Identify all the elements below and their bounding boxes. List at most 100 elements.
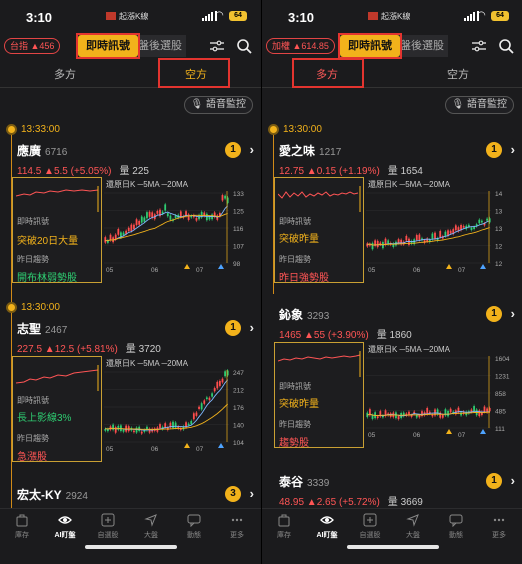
x-tick-label: 07 <box>458 432 466 439</box>
status-bar: 3:10 起漲K線 ◠ 64 <box>262 0 522 30</box>
highlight-box <box>338 33 402 59</box>
stock-name[interactable]: 應廣 6716 <box>17 142 67 159</box>
tab-market[interactable]: 大盤 <box>391 513 435 540</box>
x-tick-label: 07 <box>458 267 466 274</box>
index-badge[interactable]: 台指 ▲456 <box>4 38 61 54</box>
voice-monitor-button[interactable]: 🎙 語音監控 <box>183 96 253 114</box>
signal-count-badge: 3 <box>225 486 241 502</box>
signal-count-badge: 1 <box>486 306 502 322</box>
candle-body <box>444 231 447 237</box>
filter-icon[interactable] <box>210 39 224 53</box>
tab-news[interactable]: 動態 <box>172 513 216 540</box>
stock-price: 48.95 ▲2.65 (+5.72%) 量 3669 <box>279 497 423 508</box>
tab-watchlist[interactable]: 自選股 <box>86 513 130 540</box>
candle-body <box>127 227 130 232</box>
stock-name[interactable]: 鈊象 3293 <box>279 306 329 323</box>
chevron-right-icon[interactable]: › <box>250 486 254 501</box>
ma-line <box>105 205 229 242</box>
tab-after-hours[interactable]: 盤後選股 <box>396 35 448 57</box>
stock-name[interactable]: 愛之味 1217 <box>279 142 341 159</box>
candle-body <box>203 400 206 404</box>
candle-body <box>138 220 141 225</box>
candle-body <box>376 416 379 419</box>
y-tick-label: 125 <box>233 209 244 216</box>
tab-ai-watch[interactable]: AI盯盤 <box>305 513 349 540</box>
tab-short[interactable]: 空方 <box>393 62 522 88</box>
x-tick-label: 05 <box>106 267 114 274</box>
candle-body <box>133 224 135 230</box>
stock-card[interactable]: 即時訊號 突破20日大量 昨日趨勢 開布林弱勢股 還原日K ─5MA ─20MA… <box>12 177 255 284</box>
y-tick-label: 14 <box>495 191 503 198</box>
stock-card[interactable]: 即時訊號 長上影線3% 昨日趨勢 急漲股 還原日K ─5MA ─20MA 247… <box>12 356 255 463</box>
candle-body <box>460 412 462 416</box>
candle-body <box>140 216 143 223</box>
index-badge[interactable]: 加權 ▲614.85 <box>266 38 335 54</box>
candle-body <box>426 408 429 415</box>
candle-body <box>376 240 379 248</box>
search-icon[interactable] <box>498 38 514 54</box>
candle-body <box>366 243 369 247</box>
y-tick-label: 98 <box>233 261 241 268</box>
candle-body <box>135 219 138 226</box>
navigation-icon <box>144 514 157 527</box>
tab-news[interactable]: 動態 <box>434 513 478 540</box>
candle-body <box>441 414 444 418</box>
highlight-box <box>76 33 140 59</box>
chevron-right-icon[interactable]: › <box>511 306 515 321</box>
candle-body <box>454 225 457 231</box>
signal-text: 長上影線3% <box>17 413 72 424</box>
x-tick-label: 07 <box>196 446 204 453</box>
candle-body <box>133 430 135 433</box>
signal-count-badge: 1 <box>225 142 241 158</box>
tab-long[interactable]: 多方 <box>0 62 130 88</box>
intraday-mini-chart: 即時訊號 突破昨量 昨日趨勢 趨勢股 <box>274 342 364 449</box>
stock-card[interactable]: 即時訊號 突破昨量 昨日趨勢 趨勢股 還原日K ─5MA ─20MA 1604 1… <box>274 342 517 449</box>
candle-body <box>200 403 203 410</box>
candle-body <box>187 423 190 426</box>
signal-count-badge: 1 <box>486 142 502 158</box>
signal-marker <box>184 443 190 448</box>
daily-k-chart: 還原日K ─5MA ─20MA 133 125 116 107 98 05 06 07 <box>104 180 244 274</box>
candle-body <box>213 388 216 392</box>
candle-body <box>221 378 224 383</box>
eye-icon <box>58 516 72 524</box>
tab-market[interactable]: 大盤 <box>129 513 173 540</box>
tab-inventory[interactable]: 庫存 <box>0 513 44 540</box>
candle-body <box>470 227 473 231</box>
tab-more[interactable]: 更多 <box>215 513 259 540</box>
candle-body <box>122 232 125 235</box>
tab-ai-watch[interactable]: AI盯盤 <box>43 513 87 540</box>
tab-after-hours[interactable]: 盤後選股 <box>134 35 186 57</box>
stock-name[interactable]: 泰谷 3339 <box>279 473 329 490</box>
candle-body <box>164 423 167 428</box>
chevron-right-icon[interactable]: › <box>511 142 515 157</box>
signal-marker <box>218 443 224 448</box>
trend-text: 開布林弱勢股 <box>17 273 77 284</box>
candle-body <box>478 219 481 224</box>
chevron-right-icon[interactable]: › <box>250 320 254 335</box>
bottom-tab-bar: 庫存 AI盯盤 自選股 大盤 動態 更多 <box>0 508 261 564</box>
chevron-right-icon[interactable]: › <box>511 473 515 488</box>
candle-body <box>195 218 198 221</box>
candle-body <box>397 416 400 420</box>
tab-inventory[interactable]: 庫存 <box>262 513 306 540</box>
candle-body <box>449 408 452 413</box>
status-carrier: 起漲K線 <box>106 11 148 22</box>
filter-icon[interactable] <box>472 39 486 53</box>
stock-name[interactable]: 宏太-KY 2924 <box>17 486 88 503</box>
ma-line <box>105 403 229 430</box>
y-tick-label: 212 <box>233 388 244 395</box>
highlight-box <box>158 58 230 88</box>
candle-body <box>205 397 208 400</box>
tab-more[interactable]: 更多 <box>477 513 521 540</box>
candle-body <box>439 231 442 238</box>
chevron-right-icon[interactable]: › <box>250 142 254 157</box>
search-icon[interactable] <box>236 38 252 54</box>
voice-monitor-button[interactable]: 🎙 語音監控 <box>444 96 514 114</box>
tab-watchlist[interactable]: 自選股 <box>348 513 392 540</box>
stock-price: 114.5 ▲5.5 (+5.05%) 量 225 <box>17 166 149 177</box>
stock-name[interactable]: 志聖 2467 <box>17 320 67 337</box>
status-carrier: 起漲K線 <box>368 11 410 22</box>
stock-card[interactable]: 即時訊號 突破昨量 昨日趨勢 昨日強勢股 還原日K ─5MA ─20MA 14 1… <box>274 177 517 284</box>
candle-body <box>172 421 174 429</box>
